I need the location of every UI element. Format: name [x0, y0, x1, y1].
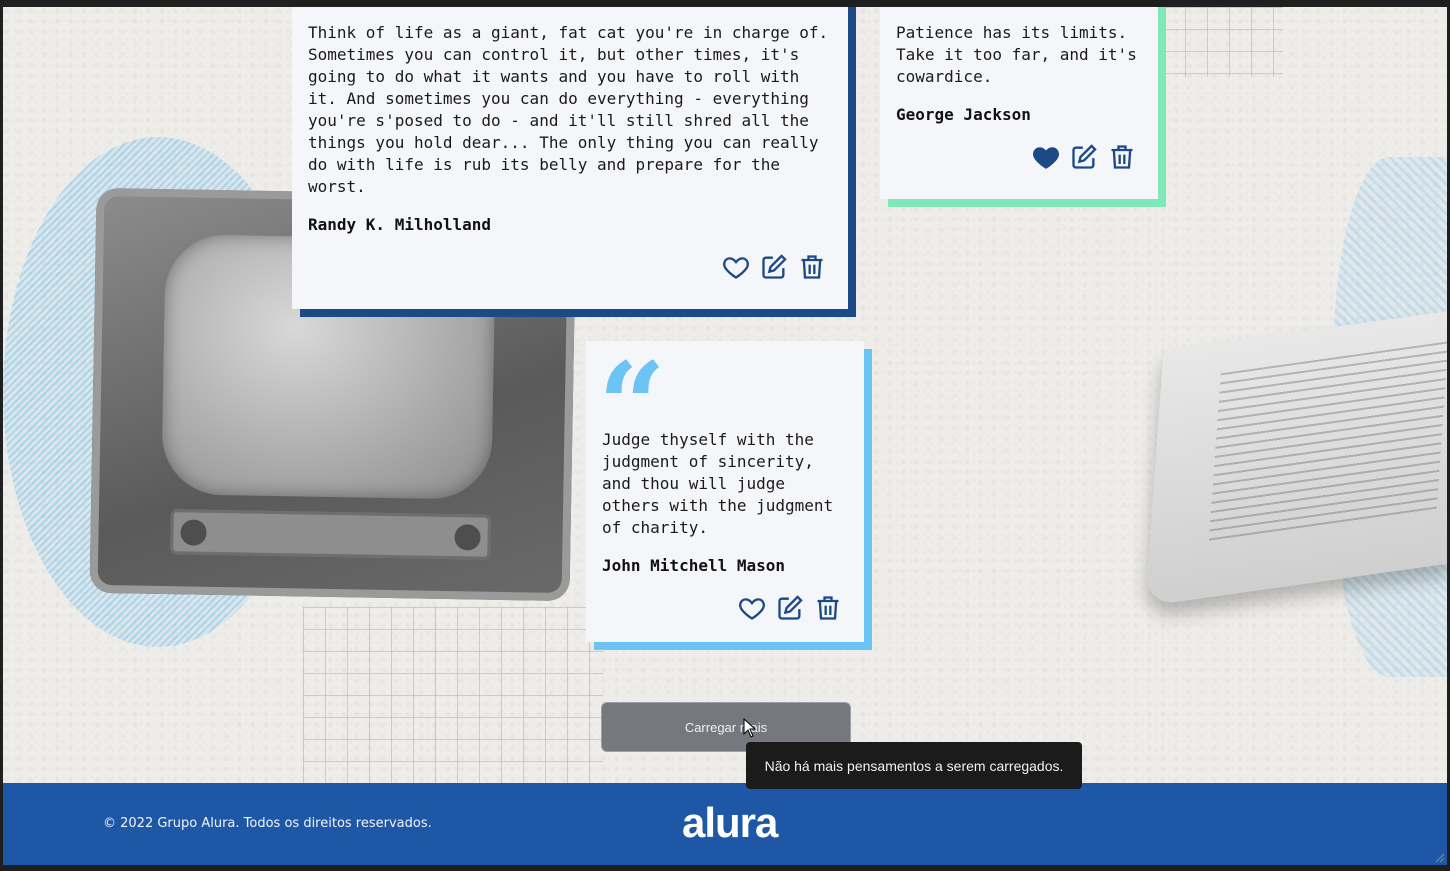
heart-filled-icon[interactable] [1032, 142, 1060, 172]
footer: © 2022 Grupo Alura. Todos os direitos re… [3, 783, 1447, 865]
thought-text: Think of life as a giant, fat cat you're… [308, 23, 829, 196]
decorative-grid [303, 607, 603, 787]
edit-icon[interactable] [1070, 142, 1098, 172]
mouse-cursor-icon [743, 718, 757, 738]
thought-author: John Mitchell Mason [602, 556, 786, 575]
footer-copyright: © 2022 Grupo Alura. Todos os direitos re… [103, 816, 432, 831]
thought-text: Judge thyself with the judgment of since… [602, 430, 834, 537]
open-book-image [1145, 307, 1447, 607]
load-more-tooltip: Não há mais pensamentos a serem carregad… [746, 742, 1082, 789]
trash-icon[interactable] [798, 252, 826, 282]
alura-logo[interactable]: alura [682, 799, 778, 847]
edit-icon[interactable] [760, 252, 788, 282]
thought-text: Patience has its limits. Take it too far… [896, 23, 1137, 86]
edit-icon[interactable] [776, 593, 804, 623]
decorative-grid-top [1163, 7, 1283, 77]
heart-outline-icon[interactable] [722, 252, 750, 282]
thought-author: Randy K. Milholland [308, 215, 492, 234]
trash-icon[interactable] [814, 593, 842, 623]
heart-outline-icon[interactable] [738, 593, 766, 623]
trash-icon[interactable] [1108, 142, 1136, 172]
page-viewport: Think of life as a giant, fat cat you're… [3, 7, 1447, 865]
resize-grip-icon[interactable] [1433, 851, 1445, 863]
thought-author: George Jackson [896, 105, 1031, 124]
